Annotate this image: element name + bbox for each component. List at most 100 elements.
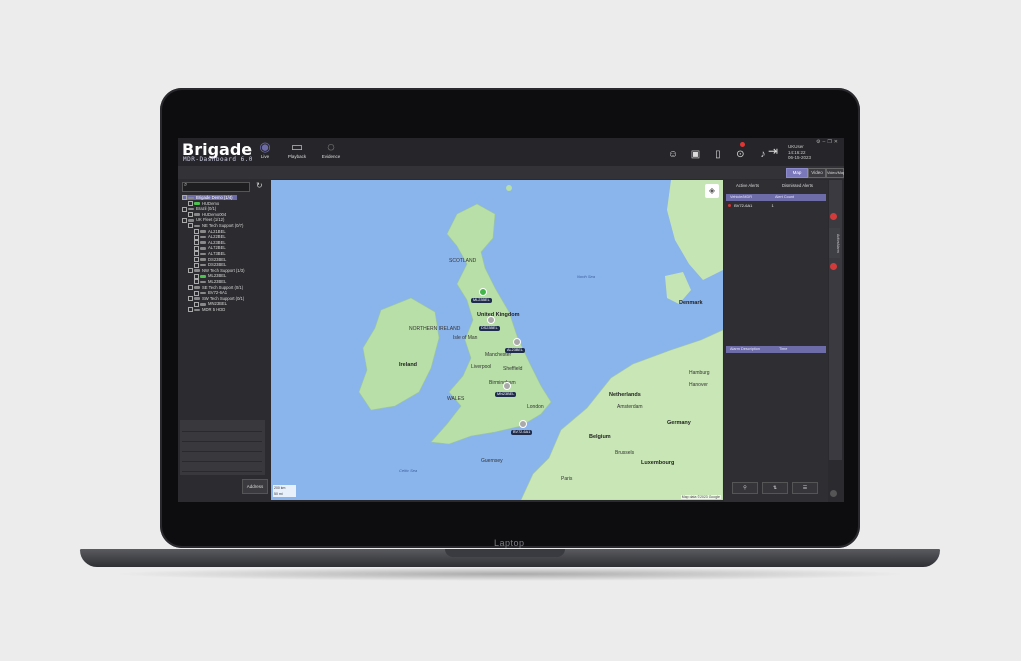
vehicle-icon[interactable]: ▣ [688,148,702,162]
list-icon: ☰ [802,485,808,491]
info-row [182,422,262,432]
tree-item[interactable]: NE Tech Support (0/7) [188,223,243,229]
tree-item[interactable]: HUDemo [188,201,219,206]
tree-item[interactable]: AL22BEL [194,234,226,240]
vehicle-tag[interactable]: BV72-6A1 [511,430,533,435]
tree-item-label: ML23BEL [208,279,227,284]
tree-item[interactable]: HUDemo004 [188,212,226,218]
tree-item[interactable]: AL21BEL [194,229,226,234]
vehicle-tag[interactable]: ML23BEL [471,298,492,303]
window-controls: ⚙–❐✕ [816,139,840,145]
vehicle-tag[interactable]: AL23BEL [505,348,526,353]
map-label: Belgium [589,434,611,440]
vehicle-marker-icon[interactable] [519,420,527,428]
vehicle-marker-icon[interactable] [503,382,511,390]
tab-active-alerts[interactable]: Active Alerts [736,183,759,188]
vehicle-icon [188,196,194,200]
vehicle-icon [200,291,206,295]
tree-item[interactable]: NW Tech Support (1/3) [188,268,245,274]
alarm-table-header: Alarm Description Time [726,346,826,353]
nav-playback-button[interactable]: ▭ Playback [282,140,312,164]
tab-video[interactable]: Video [808,168,826,178]
tree-item[interactable]: Brigade Demo (1/4) [182,195,237,201]
tree-item[interactable]: ML23BEL [194,279,227,285]
map-view[interactable]: SCOTLAND North Sea United Kingdom Isle of M… [271,180,723,500]
info-row [182,432,262,442]
user-date: 06-15-2023 [788,155,812,160]
map-label: Amsterdam [617,404,643,410]
document-icon[interactable]: ▯ [711,148,725,162]
refresh-icon[interactable]: ↻ [256,181,263,190]
expand-icon[interactable] [188,223,193,229]
header-tools: ☺ ▣ ▯ ⊙ ♪ [666,144,774,160]
expand-icon[interactable] [188,296,193,302]
map-label: North Sea [577,274,596,279]
tree-item[interactable]: Brazil (0/1) [182,206,216,212]
sort-icon: ⇅ [772,485,778,491]
nav-live-button[interactable]: ◉ Live [250,140,280,164]
nav-evidence-button[interactable]: ◌ Evidence [316,140,346,164]
map-label: London [527,404,544,410]
app-window: Brigade MDR-Dashboard 6.0 ◉ Live ▭ Playb… [178,138,844,502]
layers-icon[interactable]: ◈ [705,184,719,198]
tree-item[interactable]: DS23BEL [194,262,226,268]
expand-icon[interactable] [188,268,193,274]
map-label: Hanover [689,382,708,388]
vehicle-tag[interactable]: DS23BEL [479,326,500,331]
list-button[interactable]: ☰ [792,482,818,494]
tab-dismissed-alerts[interactable]: Dismissed Alerts [782,183,813,188]
tree-item-label: AL21BEL [208,228,226,234]
tree-item[interactable]: DS23BEL [194,257,226,262]
map-label: Isle of Man [453,335,478,341]
address-button[interactable]: Address [242,479,268,494]
alert-badge[interactable] [830,263,837,270]
col-alert-count: Alert Count [775,195,795,199]
expand-icon[interactable] [182,195,187,201]
info-row [182,452,262,462]
power-icon[interactable] [830,490,837,497]
tree-item[interactable]: SE Tech Support (0/1) [188,285,243,290]
filter-button[interactable]: ⚲ [732,482,758,494]
expand-icon[interactable] [182,217,187,223]
map-label: Guernsey [481,458,503,464]
nav-playback-label: Playback [287,154,307,159]
vehicle-icon [194,308,200,312]
alert-badge[interactable] [830,213,837,220]
logout-icon[interactable]: ⇥ [768,144,778,158]
tab-active-alarm[interactable]: ActiveAlarm [829,228,840,258]
vehicle-tag[interactable]: MN23BEL [495,392,517,397]
alert-dot-icon [728,204,731,208]
tree-item[interactable]: MN23BEL [194,301,227,307]
tab-video-map[interactable]: Video/Map [826,168,844,178]
tree-item[interactable]: AL73BEL [194,251,226,257]
chat-icon[interactable]: ☺ [666,148,680,162]
download-icon[interactable]: ⊙ [733,148,747,162]
expand-icon[interactable] [182,206,187,212]
tree-item[interactable]: AL23BEL [194,240,226,246]
sort-button[interactable]: ⇅ [762,482,788,494]
vehicle-icon [200,263,206,267]
expand-icon[interactable] [188,307,193,313]
tree-item[interactable]: UK Fleet (1/12) [182,217,224,223]
vehicle-icon [200,230,206,233]
laptop-label: Laptop [494,538,525,548]
info-panel [180,420,265,475]
tree-item[interactable]: SW Tech Support (0/1) [188,296,244,302]
vehicle-marker-icon[interactable] [513,338,521,346]
tab-map[interactable]: Map [786,168,808,178]
close-icon[interactable]: ✕ [834,139,840,145]
expand-icon[interactable] [188,284,193,290]
vehicle-marker-icon[interactable] [487,316,495,324]
tree-item[interactable]: MDR 5 HDD [188,307,225,313]
notification-badge [740,142,745,147]
vehicle-icon [200,303,206,306]
nav-live-label: Live [260,154,270,159]
fleet-search-input[interactable] [182,182,250,192]
map-label: Liverpool [471,364,492,370]
vehicle-marker-icon[interactable] [479,288,487,296]
tree-item[interactable]: AL72BEL [194,245,226,251]
table-row[interactable]: BV72-6A1 1 [726,203,826,209]
tree-item[interactable]: BV72-6A1 [194,290,227,296]
map-geography [358,180,723,500]
tree-item[interactable]: ML23BEL [194,273,226,279]
